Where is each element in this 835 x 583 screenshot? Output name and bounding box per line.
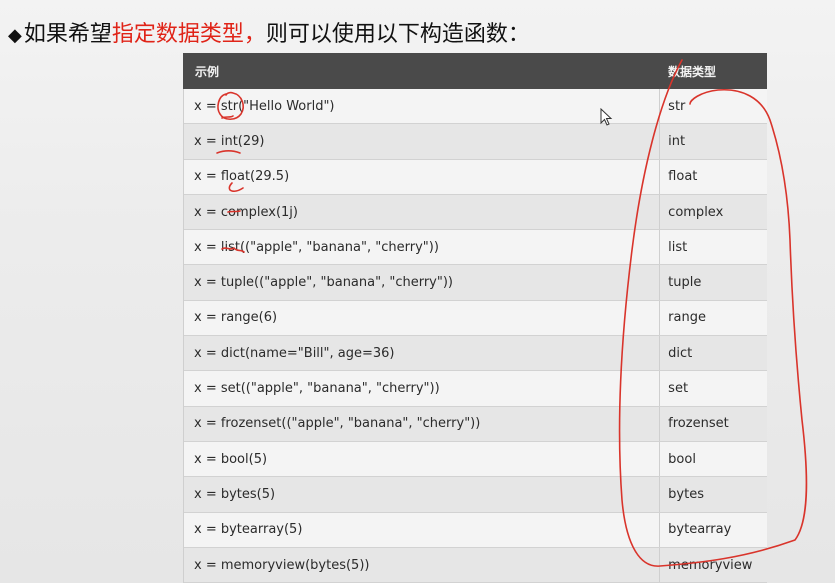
type-cell: range <box>668 310 706 326</box>
table-row: x = bytes(5) bytes <box>184 477 767 513</box>
example-cell: x = dict(name="Bill", age=36) <box>184 336 661 371</box>
table-row: x = range(6) range <box>184 300 767 337</box>
type-cell: bytes <box>668 486 704 502</box>
table-row: x = bool(5) bool <box>184 441 767 478</box>
example-cell: x = str("Hello World") <box>184 89 661 124</box>
heading-suffix: 则可以使用以下构造函数： <box>265 22 530 47</box>
example-cell: x = memoryview(bytes(5)) <box>184 547 661 583</box>
constructor-table: 示例 数据类型 x = str("Hello World") str x = int… <box>183 53 767 583</box>
type-cell: memoryview <box>668 557 753 573</box>
example-cell: x = bytes(5) <box>184 477 661 512</box>
table-body: x = str("Hello World") str x = int(29) int x… <box>183 89 767 583</box>
type-cell: complex <box>668 204 724 220</box>
type-cell: frozenset <box>668 416 729 432</box>
type-cell: tuple <box>668 275 702 291</box>
column-header-type: 数据类型 <box>668 64 717 79</box>
type-cell: bool <box>668 451 696 467</box>
table-row: x = int(29) int <box>184 124 767 160</box>
table-row: x = dict(name="Bill", age=36) dict <box>184 336 767 372</box>
example-cell: x = tuple(("apple", "banana", "cherry")) <box>184 265 661 300</box>
example-cell: x = range(6) <box>184 300 661 336</box>
example-cell: x = set(("apple", "banana", "cherry")) <box>184 371 661 406</box>
type-cell: float <box>668 169 698 185</box>
example-cell: x = bytearray(5) <box>184 512 661 547</box>
example-cell: x = int(29) <box>184 124 661 159</box>
heading-highlight: 指定数据类型， <box>111 22 266 47</box>
heading-prefix: 如果希望 <box>23 22 112 47</box>
table-row: x = bytearray(5) bytearray <box>184 512 767 548</box>
column-header-example: 示例 <box>195 64 220 79</box>
table-row: x = set(("apple", "banana", "cherry")) se… <box>184 371 767 407</box>
example-cell: x = float(29.5) <box>184 159 661 194</box>
type-cell: int <box>668 133 686 149</box>
table-row: x = frozenset(("apple", "banana", "cherr… <box>184 406 767 442</box>
slide-heading: ◆如果希望指定数据类型，则可以使用以下构造函数： <box>8 20 530 50</box>
table-header: 示例 数据类型 <box>183 53 767 89</box>
type-cell: bytearray <box>668 522 732 538</box>
table-row: x = memoryview(bytes(5)) memoryview <box>184 547 767 583</box>
example-cell: x = bool(5) <box>184 441 661 477</box>
type-cell: str <box>668 98 686 114</box>
table-row: x = list(("apple", "banana", "cherry")) l… <box>184 230 767 266</box>
table-row: x = float(29.5) float <box>184 159 767 195</box>
type-cell: list <box>668 239 688 255</box>
type-cell: dict <box>668 345 693 361</box>
type-cell: set <box>668 381 689 397</box>
example-cell: x = complex(1j) <box>184 194 661 230</box>
example-cell: x = frozenset(("apple", "banana", "cherr… <box>184 406 661 441</box>
table-row: x = complex(1j) complex <box>184 194 767 231</box>
mouse-pointer-icon <box>600 108 613 126</box>
table-row: x = tuple(("apple", "banana", "cherry"))… <box>184 265 767 301</box>
diamond-bullet-icon: ◆ <box>8 25 22 46</box>
table-row: x = str("Hello World") str <box>184 89 767 125</box>
example-cell: x = list(("apple", "banana", "cherry")) <box>184 230 661 265</box>
